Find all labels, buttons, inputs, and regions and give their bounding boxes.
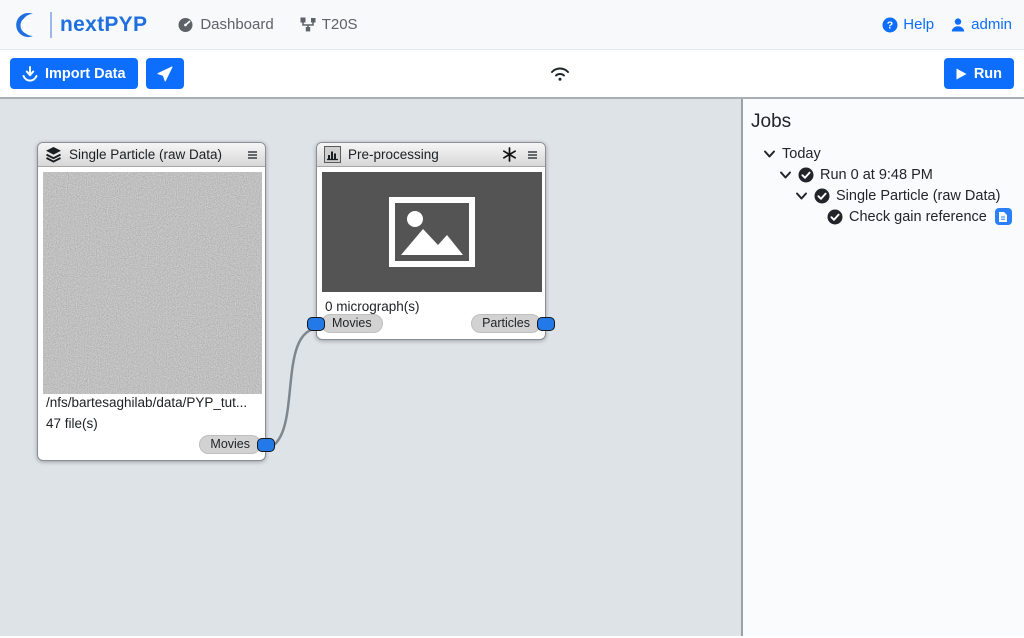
block-title: Pre-processing bbox=[348, 147, 495, 162]
chevron-down-icon[interactable] bbox=[779, 170, 792, 180]
project-diagram-icon bbox=[300, 17, 316, 32]
block-header[interactable]: Pre-processing bbox=[317, 143, 545, 167]
run-label: Run bbox=[974, 66, 1002, 82]
file-import-icon bbox=[22, 66, 38, 82]
logo-divider bbox=[50, 12, 52, 38]
port-label: Movies bbox=[321, 314, 383, 333]
chevron-down-icon[interactable] bbox=[795, 191, 808, 201]
user-menu-label: admin bbox=[971, 16, 1012, 33]
svg-text:?: ? bbox=[887, 19, 893, 31]
chevron-down-icon[interactable] bbox=[763, 149, 776, 159]
layers-icon bbox=[45, 146, 62, 163]
jobs-tree-item-today[interactable]: Today bbox=[751, 143, 1024, 164]
app-title: nextPYP bbox=[60, 13, 147, 37]
navigate-button[interactable] bbox=[146, 58, 184, 89]
jobs-tree-item-single-particle[interactable]: Single Particle (raw Data) bbox=[751, 185, 1024, 206]
asterisk-icon bbox=[502, 147, 517, 162]
connection-status-wifi-icon bbox=[548, 63, 572, 83]
user-menu[interactable]: admin bbox=[950, 16, 1012, 33]
app-logo[interactable]: nextPYP bbox=[12, 10, 147, 40]
jobs-tree-item-label: Check gain reference bbox=[849, 209, 987, 225]
run-button[interactable]: Run bbox=[944, 58, 1014, 89]
input-port-movies[interactable]: Movies bbox=[307, 314, 383, 333]
nav-item-project[interactable]: T20S bbox=[300, 16, 358, 33]
import-data-label: Import Data bbox=[45, 66, 126, 82]
port-dot[interactable] bbox=[537, 317, 555, 331]
jobs-tree-item-label: Today bbox=[782, 146, 821, 162]
hamburger-menu-icon[interactable] bbox=[247, 149, 258, 161]
empty-micrograph-placeholder bbox=[322, 172, 542, 292]
file-badge-icon[interactable] bbox=[995, 208, 1012, 225]
jobs-tree-item-check-gain[interactable]: Check gain reference bbox=[751, 206, 1024, 227]
check-circle-icon bbox=[814, 188, 830, 204]
micrograph-thumbnail bbox=[43, 172, 262, 394]
port-label: Particles bbox=[471, 314, 541, 333]
import-data-button[interactable]: Import Data bbox=[10, 58, 138, 89]
jobs-tree-item-label: Run 0 at 9:48 PM bbox=[820, 167, 933, 183]
wave-icon bbox=[12, 10, 42, 40]
gauge-icon bbox=[177, 16, 194, 33]
help-link-label: Help bbox=[903, 16, 934, 33]
block-title: Single Particle (raw Data) bbox=[69, 147, 240, 162]
output-port-movies[interactable]: Movies bbox=[199, 435, 275, 454]
block-header[interactable]: Single Particle (raw Data) bbox=[38, 143, 265, 167]
block-pre-processing[interactable]: Pre-processing bbox=[316, 142, 546, 340]
histogram-icon bbox=[324, 146, 341, 163]
person-icon bbox=[950, 17, 966, 33]
jobs-tree: Today Run 0 at 9:48 PM Single Particle bbox=[751, 143, 1024, 227]
block-file-count: 47 file(s) bbox=[43, 415, 260, 432]
block-single-particle-raw-data[interactable]: Single Particle (raw Data) bbox=[37, 142, 266, 461]
port-dot[interactable] bbox=[257, 438, 275, 452]
jobs-panel: Jobs Today Run 0 at 9:48 PM bbox=[743, 99, 1024, 636]
port-label: Movies bbox=[199, 435, 261, 454]
top-navbar: nextPYP Dashboard T20S bbox=[0, 0, 1024, 50]
block-micrograph-count: 0 micrograph(s) bbox=[322, 298, 540, 315]
check-circle-icon bbox=[798, 167, 814, 183]
play-icon bbox=[956, 68, 967, 80]
canvas-toolbar: Import Data Run bbox=[0, 50, 1024, 99]
hamburger-menu-icon[interactable] bbox=[527, 149, 538, 161]
output-port-particles[interactable]: Particles bbox=[471, 314, 555, 333]
block-data-path: /nfs/bartesaghilab/data/PYP_tut... bbox=[43, 394, 260, 411]
jobs-panel-title: Jobs bbox=[751, 111, 1024, 133]
check-circle-icon bbox=[827, 209, 843, 225]
nav-item-dashboard[interactable]: Dashboard bbox=[177, 16, 273, 33]
image-placeholder-icon bbox=[389, 197, 475, 267]
help-link[interactable]: ? Help bbox=[882, 16, 934, 33]
pipeline-canvas[interactable]: Single Particle (raw Data) bbox=[0, 99, 743, 636]
jobs-tree-item-run0[interactable]: Run 0 at 9:48 PM bbox=[751, 164, 1024, 185]
jobs-tree-item-label: Single Particle (raw Data) bbox=[836, 188, 1000, 204]
paper-plane-icon bbox=[157, 66, 173, 82]
port-dot[interactable] bbox=[307, 317, 325, 331]
question-circle-icon: ? bbox=[882, 17, 898, 33]
nav-item-dashboard-label: Dashboard bbox=[200, 16, 273, 33]
nav-item-project-label: T20S bbox=[322, 16, 358, 33]
